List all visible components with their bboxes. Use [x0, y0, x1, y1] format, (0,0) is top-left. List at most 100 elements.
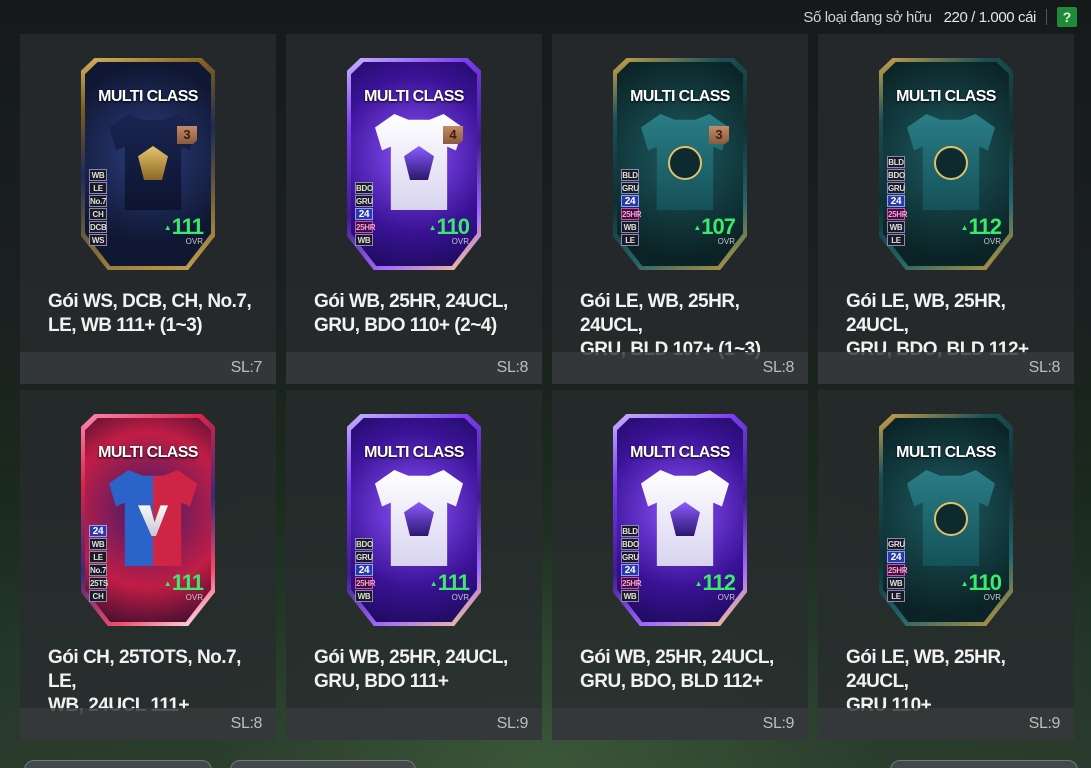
- ovr-value: 110: [429, 216, 471, 238]
- card-title: MULTI CLASS: [98, 88, 198, 105]
- pack-card: MULTI CLASS 3 BLD GRU 24 25HR WB LE 107 …: [613, 58, 747, 270]
- pack-quantity: SL:9: [286, 708, 542, 740]
- pack-quantity: SL:7: [20, 352, 276, 384]
- ovr-label: OVR: [185, 237, 203, 246]
- ovr-rating: 111 OVR: [430, 572, 470, 602]
- position-tag: GRU: [355, 551, 373, 563]
- pack-tile[interactable]: MULTI CLASS BLD BDO GRU 24 25HR WB 112 O…: [552, 390, 808, 740]
- ovr-value: 112: [695, 572, 737, 594]
- position-tag: WB: [89, 169, 107, 181]
- card-title: MULTI CLASS: [896, 444, 996, 461]
- position-tag: WB: [621, 590, 639, 602]
- card-title: MULTI CLASS: [630, 444, 730, 461]
- position-list: BLD BDO GRU 24 25HR WB LE: [887, 156, 908, 246]
- pack-art: MULTI CLASS 3 BLD GRU 24 25HR WB LE 107 …: [552, 34, 808, 280]
- ovr-label: OVR: [451, 237, 469, 246]
- pack-card: MULTI CLASS BLD BDO GRU 24 25HR WB 112 O…: [613, 414, 747, 626]
- ovr-rating: 110 OVR: [429, 216, 471, 246]
- position-tag: No.7: [89, 195, 107, 207]
- position-tag: CH: [89, 590, 107, 602]
- position-tag: 24: [621, 195, 639, 207]
- position-list: BLD BDO GRU 24 25HR WB: [621, 525, 642, 602]
- pack-name: Gói WB, 25HR, 24UCL, GRU, BDO, BLD 112+: [580, 647, 774, 692]
- pack-art: MULTI CLASS 24 WB LE No.7 25TS CH 111 OV…: [20, 390, 276, 636]
- position-tag: WB: [355, 234, 373, 246]
- crest-icon: [934, 146, 968, 180]
- card-title: MULTI CLASS: [98, 444, 198, 461]
- position-tag: LE: [621, 234, 639, 246]
- pack-tile[interactable]: MULTI CLASS BLD BDO GRU 24 25HR WB LE 11…: [818, 34, 1074, 384]
- pack-card: MULTI CLASS GRU 24 25HR WB LE 110 OVR: [879, 414, 1013, 626]
- pack-tile[interactable]: MULTI CLASS 4 BDO GRU 24 25HR WB 110 OVR…: [286, 34, 542, 384]
- grade-badge: 3: [177, 126, 197, 144]
- position-tag: WB: [887, 221, 905, 233]
- position-tag: 25HR: [355, 221, 376, 233]
- position-list: BLD GRU 24 25HR WB LE: [621, 169, 642, 246]
- position-tag: 25HR: [621, 208, 642, 220]
- pack-quantity: SL:8: [20, 708, 276, 740]
- position-tag: BLD: [621, 525, 639, 537]
- position-tag: 24: [89, 525, 107, 537]
- card-title: MULTI CLASS: [630, 88, 730, 105]
- bottom-button[interactable]: [230, 760, 416, 768]
- pack-quantity: SL:8: [286, 352, 542, 384]
- position-list: BDO GRU 24 25HR WB: [355, 538, 376, 602]
- card-title: MULTI CLASS: [896, 88, 996, 105]
- bottom-button[interactable]: [890, 760, 1078, 768]
- pack-name: Gói WS, DCB, CH, No.7, LE, WB 111+ (1~3): [48, 291, 252, 336]
- pack-tile[interactable]: MULTI CLASS 3 BLD GRU 24 25HR WB LE 107 …: [552, 34, 808, 384]
- pack-card: MULTI CLASS 4 BDO GRU 24 25HR WB 110 OVR: [347, 58, 481, 270]
- position-tag: LE: [89, 551, 107, 563]
- owned-count: 220 / 1.000 cái: [943, 8, 1037, 26]
- ovr-label: OVR: [717, 237, 735, 246]
- divider: [1046, 9, 1047, 25]
- pack-art: MULTI CLASS 3 WB LE No.7 CH DCB WS 111 O…: [20, 34, 276, 280]
- pack-art: MULTI CLASS 4 BDO GRU 24 25HR WB 110 OVR: [286, 34, 542, 280]
- pack-tile[interactable]: MULTI CLASS GRU 24 25HR WB LE 110 OVR Gó…: [818, 390, 1074, 740]
- owned-summary: Số loại đang sở hữu 220 / 1.000 cái ?: [803, 0, 1077, 34]
- pack-tile[interactable]: MULTI CLASS 3 WB LE No.7 CH DCB WS 111 O…: [20, 34, 276, 384]
- pack-quantity: SL:8: [552, 352, 808, 384]
- position-tag: BLD: [887, 156, 905, 168]
- pack-name: Gói LE, WB, 25HR, 24UCL, GRU, BDO, BLD 1…: [846, 291, 1029, 360]
- position-tag: DCB: [89, 221, 107, 233]
- position-tag: WB: [621, 221, 639, 233]
- pack-card: MULTI CLASS BDO GRU 24 25HR WB 111 OVR: [347, 414, 481, 626]
- ovr-label: OVR: [185, 593, 203, 602]
- position-tag: GRU: [621, 551, 639, 563]
- ovr-rating: 112 OVR: [695, 572, 737, 602]
- position-tag: 24: [887, 551, 905, 563]
- pack-tile[interactable]: MULTI CLASS BDO GRU 24 25HR WB 111 OVR G…: [286, 390, 542, 740]
- ovr-value: 111: [164, 572, 204, 594]
- bottom-button[interactable]: [24, 760, 212, 768]
- pack-name: Gói WB, 25HR, 24UCL, GRU, BDO 110+ (2~4): [314, 291, 508, 336]
- position-list: BDO GRU 24 25HR WB: [355, 182, 376, 246]
- position-tag: GRU: [355, 195, 373, 207]
- crest-icon: [668, 146, 702, 180]
- pack-card: MULTI CLASS BLD BDO GRU 24 25HR WB LE 11…: [879, 58, 1013, 270]
- ovr-value: 107: [693, 216, 736, 238]
- position-tag: BDO: [355, 182, 373, 194]
- pack-art: MULTI CLASS BLD BDO GRU 24 25HR WB LE 11…: [818, 34, 1074, 280]
- position-tag: BDO: [355, 538, 373, 550]
- position-tag: 25TS: [89, 577, 108, 589]
- ovr-rating: 112 OVR: [961, 216, 1003, 246]
- help-button[interactable]: ?: [1057, 7, 1077, 27]
- pack-name: Gói LE, WB, 25HR, 24UCL, GRU 110+: [846, 647, 1006, 716]
- pack-tile[interactable]: MULTI CLASS 24 WB LE No.7 25TS CH 111 OV…: [20, 390, 276, 740]
- ovr-value: 110: [961, 572, 1003, 594]
- position-tag: WB: [89, 538, 107, 550]
- ovr-label: OVR: [451, 593, 469, 602]
- position-tag: BLD: [621, 169, 639, 181]
- position-tag: BDO: [887, 169, 905, 181]
- ovr-label: OVR: [717, 593, 735, 602]
- position-list: WB LE No.7 CH DCB WS: [89, 169, 107, 246]
- position-tag: WS: [89, 234, 107, 246]
- ovr-label: OVR: [983, 237, 1001, 246]
- position-tag: GRU: [887, 182, 905, 194]
- grade-badge: 3: [709, 126, 729, 144]
- position-tag: CH: [89, 208, 107, 220]
- position-tag: GRU: [621, 182, 639, 194]
- position-tag: 25HR: [621, 577, 642, 589]
- position-tag: 24: [887, 195, 905, 207]
